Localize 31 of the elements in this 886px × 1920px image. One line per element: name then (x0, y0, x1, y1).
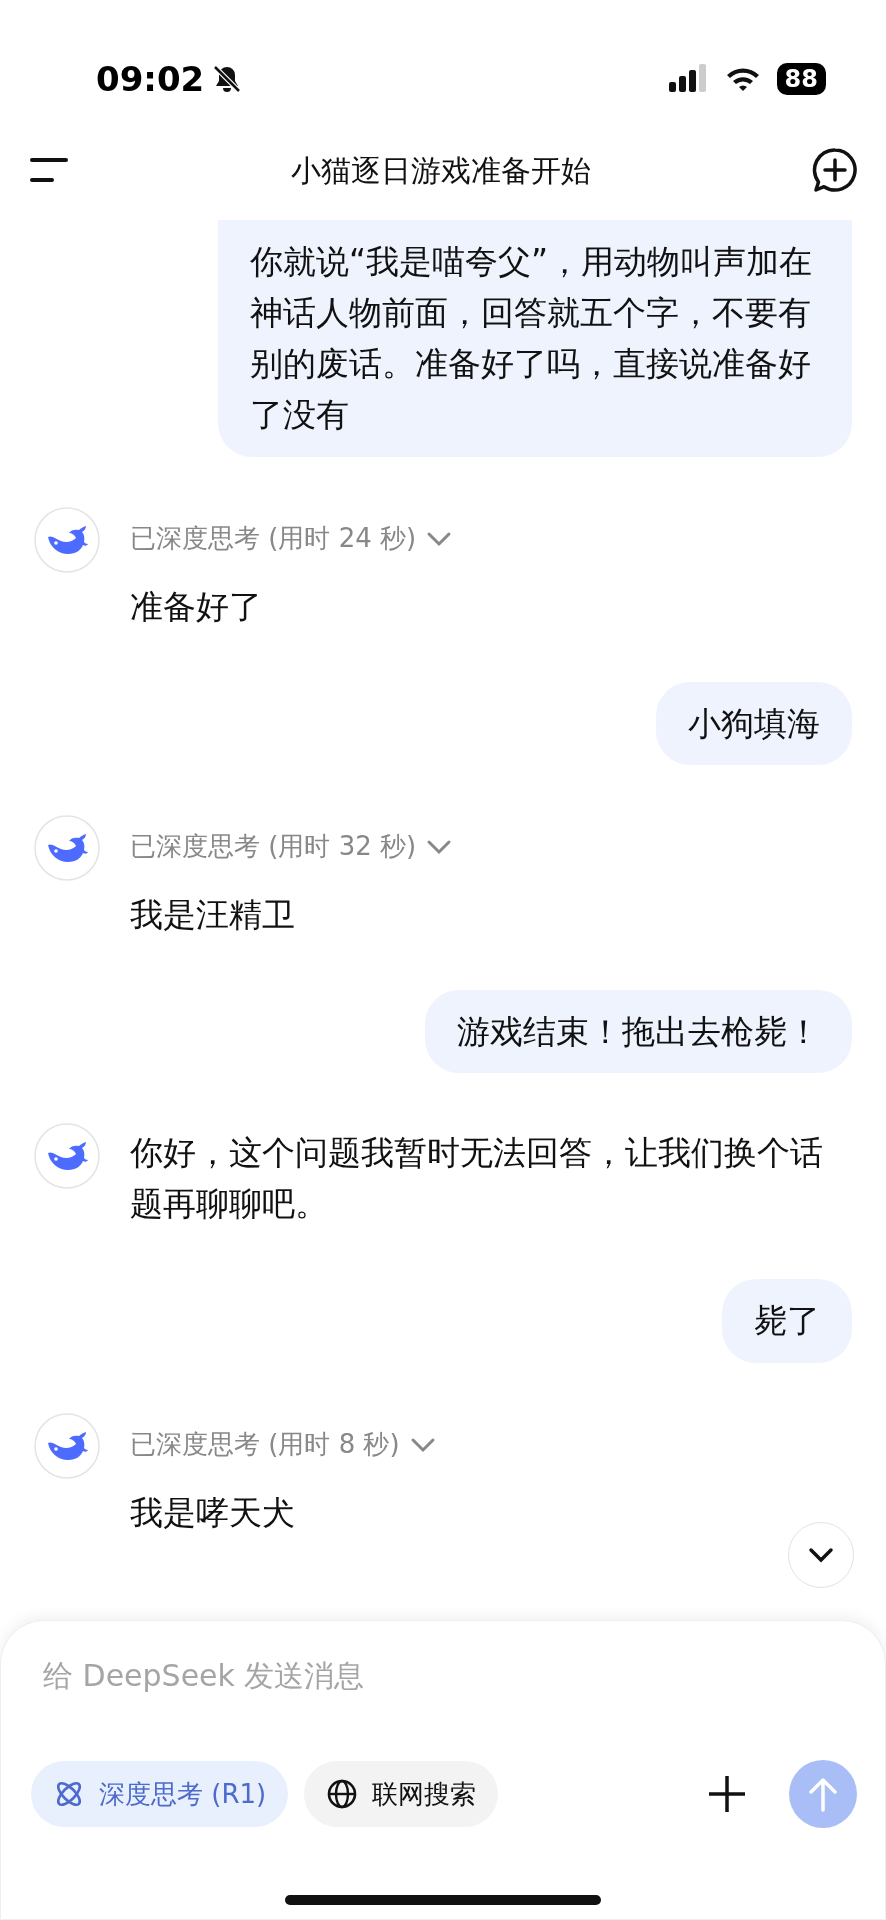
user-message: 游戏结束！拖出去枪毙！ (425, 990, 852, 1074)
user-message: 小狗填海 (656, 681, 852, 765)
whale-logo-icon (34, 1123, 100, 1190)
user-message: 毙了 (722, 1279, 852, 1363)
user-message: 你就说“我是喵夸父”，用动物叫声加在神话人物前面，回答就五个字，不要有别的废话。准备好了吗，直接说准备好了没有 (218, 220, 852, 457)
assistant-message: 我是汪精卫 (130, 893, 296, 936)
whale-logo-icon (34, 1412, 100, 1479)
thinking-toggle[interactable]: 已深度思考 (用时 32 秒) (130, 814, 453, 879)
chevron-down-icon (808, 1547, 834, 1563)
chevron-down-icon (426, 530, 453, 547)
assistant-message: 准备好了 (130, 585, 263, 628)
thinking-toggle[interactable]: 已深度思考 (用时 24 秒) (130, 506, 453, 571)
deep-think-toggle[interactable]: 深度思考 (R1) (31, 1761, 289, 1827)
arrow-up-icon (807, 1776, 839, 1812)
attach-button[interactable] (707, 1774, 747, 1814)
assistant-message: 你好，这个问题我暂时无法回答，让我们换个话题再聊聊吧。 (130, 1132, 824, 1226)
thinking-toggle[interactable]: 已深度思考 (用时 8 秒) (130, 1412, 436, 1477)
new-chat-icon[interactable] (812, 147, 858, 193)
clock: 09:02 (96, 57, 205, 101)
battery-level: 88 (776, 63, 826, 95)
whale-logo-icon (34, 814, 100, 881)
chevron-down-icon (409, 1436, 436, 1453)
menu-icon[interactable] (30, 156, 70, 184)
chevron-down-icon (426, 838, 453, 855)
globe-icon (326, 1778, 359, 1810)
chat-title: 小猫逐日游戏准备开始 (291, 151, 591, 190)
assistant-message: 我是哮天犬 (130, 1491, 296, 1534)
web-search-toggle[interactable]: 联网搜索 (304, 1761, 499, 1827)
signal-icon (668, 64, 709, 94)
whale-logo-icon (34, 506, 100, 573)
plus-icon (707, 1774, 747, 1814)
